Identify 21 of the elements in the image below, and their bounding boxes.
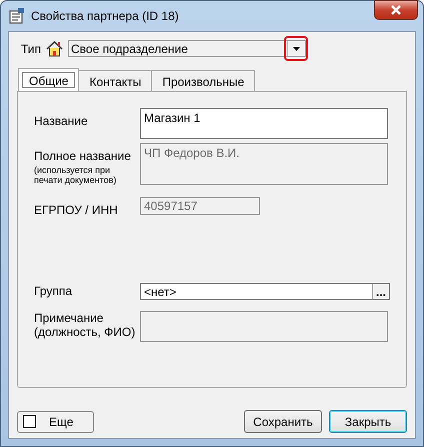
tab[interactable]: Произвольные xyxy=(151,70,256,92)
close-icon[interactable] xyxy=(390,5,402,15)
input-field[interactable]: Магазин 1 xyxy=(140,108,388,139)
house-icon xyxy=(46,40,64,57)
browse-button[interactable]: ... xyxy=(372,284,389,299)
type-label: Тип xyxy=(21,42,42,56)
dialog-button[interactable]: Закрыть xyxy=(329,410,407,433)
field-label: Название xyxy=(34,114,89,128)
group-field[interactable]: <нет> ... xyxy=(140,283,390,300)
window-title: Свойства партнера (ID 18) xyxy=(31,9,179,23)
field-label: ЕГРПОУ / ИНН xyxy=(34,203,119,217)
field-label: Группа xyxy=(34,284,74,298)
field-label: Примечание (должность, ФИО) xyxy=(34,311,136,339)
field-hint: (используется при печати документов) xyxy=(34,165,118,185)
properties-icon xyxy=(9,8,25,24)
tab[interactable]: Общие xyxy=(18,68,80,92)
dropdown-arrow-icon[interactable] xyxy=(293,46,300,50)
close-button[interactable] xyxy=(374,0,418,20)
dialog-button[interactable]: Сохранить xyxy=(244,410,322,433)
field-label: Полное название xyxy=(34,149,132,163)
more-checkbox[interactable]: Еще xyxy=(17,410,94,432)
